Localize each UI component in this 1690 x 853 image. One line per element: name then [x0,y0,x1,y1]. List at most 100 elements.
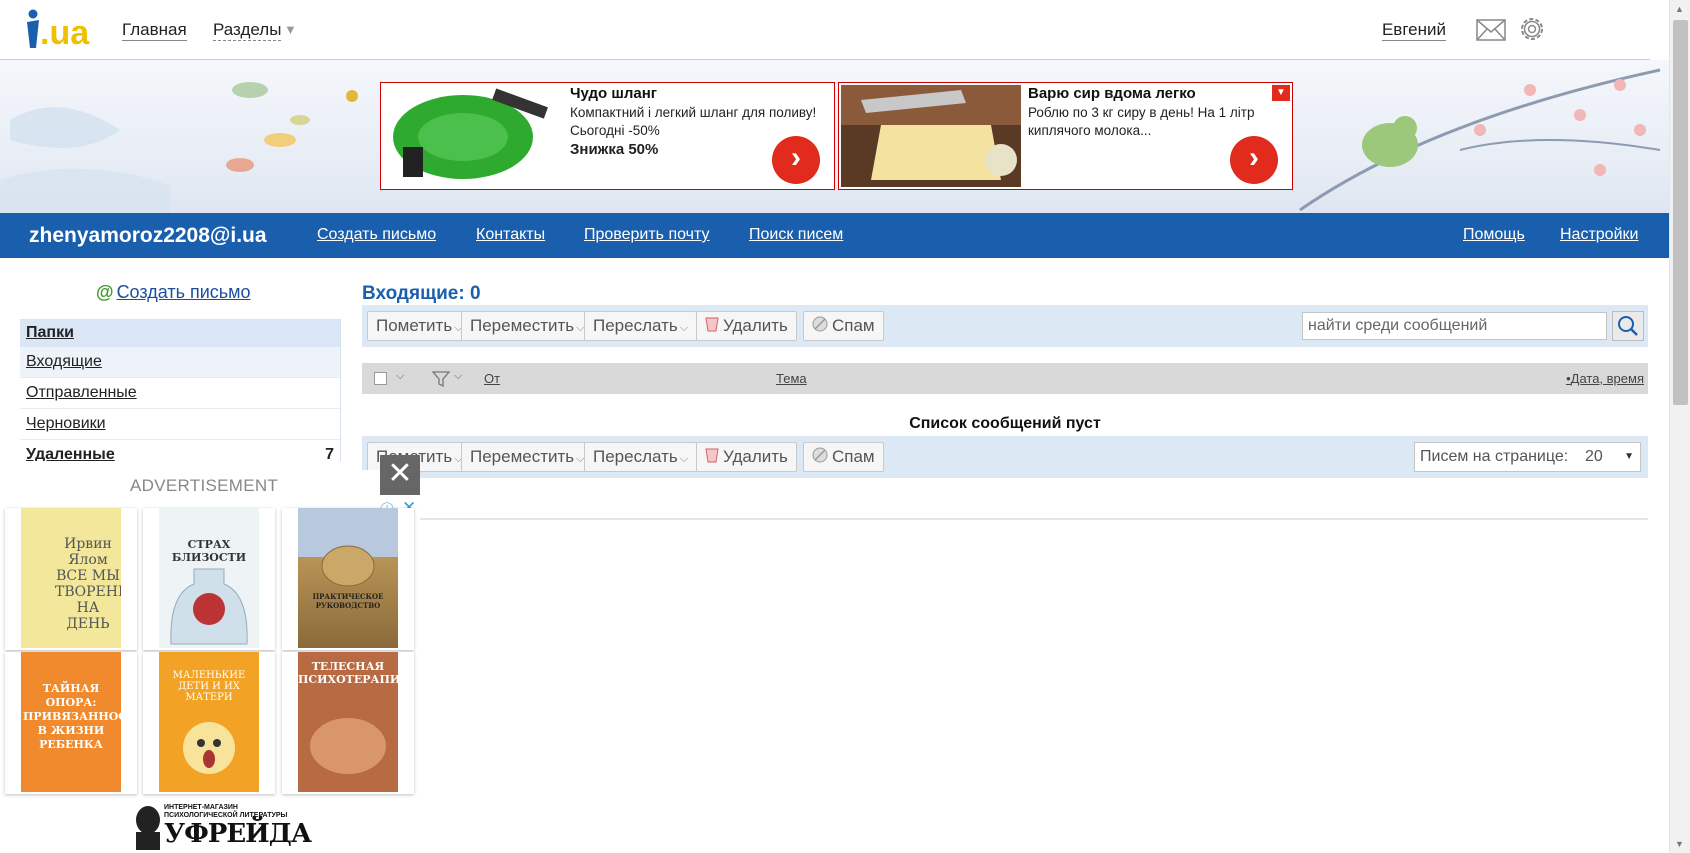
folder-sent[interactable]: Отправленные [20,378,340,409]
forward-button[interactable]: Переслать ⌵ [584,311,698,341]
folder-deleted[interactable]: Удаленные 7 [20,440,340,461]
book-cover: ТАЙНАЯ ОПОРА: ПРИВЯЗАННОСТЬ В ЖИЗНИ РЕБЕ… [21,652,121,792]
folders-header[interactable]: Папки [20,319,340,347]
nav-home-link[interactable]: Главная [122,20,187,41]
move-button[interactable]: Переместить ⌵ [461,442,594,472]
scroll-up-icon[interactable]: ▲ [1675,4,1684,14]
iua-logo[interactable]: .ua [24,8,94,52]
column-date[interactable]: •Дата, время [1566,371,1644,386]
folder-count: 7 [325,446,334,461]
book-illustration [310,718,386,774]
folder-inbox[interactable]: Входящие [20,347,340,378]
book-item[interactable]: МАЛЕНЬКИЕ ДЕТИ И ИХ МАТЕРИ [143,652,275,794]
header-banner: Чудо шланг Компактний і легкий шланг для… [0,60,1669,213]
select-all-checkbox[interactable] [374,372,387,385]
svg-text:.ua: .ua [40,14,90,52]
spam-label: Спам [832,316,875,335]
empty-list-message: Список сообщений пуст [909,415,1101,432]
ad-title: Варю сир вдома легко [1028,85,1196,102]
brand-subtitle: ИНТЕРНЕТ-МАГАЗИН ПСИХОЛОГИЧЕСКОЙ ЛИТЕРАТ… [164,804,288,819]
mark-button[interactable]: Пометить⌵ [367,311,472,341]
ad-text: Компактний і легкий шланг для поливу! Сь… [570,105,817,138]
column-subject[interactable]: Тема [776,371,807,386]
forward-button[interactable]: Переслать ⌵ [584,442,698,472]
arrow-right-icon[interactable]: › [1230,136,1278,184]
chevron-down-icon: ▼ [1624,451,1634,462]
move-label: Переместить [470,447,575,466]
chevron-down-icon[interactable]: ⌵ [396,370,404,383]
ad-card-cheese[interactable]: Варю сир вдома легко Роблю по 3 кг сиру … [838,82,1293,190]
search-icon [1618,316,1638,336]
floral-decoration-right [1299,68,1661,212]
forward-label: Переслать [593,447,678,466]
ad-choices-icon[interactable]: ▼ [1272,85,1290,101]
forward-label: Переслать [593,316,678,335]
ad-image-cheese [841,85,1021,187]
per-page-select[interactable]: Писем на странице: 20 ▼ [1414,442,1641,472]
message-list-header: ⌵ ⌵ От Тема •Дата, время [362,363,1648,394]
message-toolbar-bottom: Пометить⌵ Переместить⌵ Переслать⌵ Удалит… [362,436,1648,478]
mail-icon[interactable] [1476,18,1506,42]
book-item[interactable]: ПРАКТИЧЕСКОЕ РУКОВОДСТВО [282,508,414,650]
nav-sections-label: Разделы [213,20,282,39]
delete-button[interactable]: Удалить [696,442,797,472]
nav-help-link[interactable]: Помощь [1463,226,1525,244]
sidebar-compose[interactable]: @ Создать письмо [96,282,251,303]
sidebar-compose-link[interactable]: Создать письмо [117,282,251,302]
chevron-down-icon[interactable]: ⌵ [454,370,462,383]
book-cover: МАЛЕНЬКИЕ ДЕТИ И ИХ МАТЕРИ [159,652,259,792]
ad-image-hose [383,85,563,187]
delete-label: Удалить [723,447,788,466]
close-icon: ✕ [387,457,413,490]
nav-compose-link[interactable]: Создать письмо [317,226,436,244]
scroll-down-icon[interactable]: ▼ [1675,839,1684,849]
book-item[interactable]: ТАЙНАЯ ОПОРА: ПРИВЯЗАННОСТЬ В ЖИЗНИ РЕБЕ… [5,652,137,794]
delete-button[interactable]: Удалить [696,311,797,341]
arrow-right-icon[interactable]: › [772,136,820,184]
book-title: ТЕЛЕСНАЯ ПСИХОТЕРАПИЯ [298,660,398,686]
nav-settings-link[interactable]: Настройки [1560,226,1638,244]
close-ad-button[interactable]: ✕ [380,455,420,495]
spam-button[interactable]: Спам [803,311,884,341]
ad-card-hose[interactable]: Чудо шланг Компактний і легкий шланг для… [380,82,835,190]
per-page-value: 20 [1585,448,1603,465]
move-button[interactable]: Переместить ⌵ [461,311,594,341]
folder-label: Входящие [26,353,102,370]
book-cover: ПРАКТИЧЕСКОЕ РУКОВОДСТВО [298,508,398,648]
nav-check-mail-link[interactable]: Проверить почту [584,226,710,244]
book-item[interactable]: СТРАХ БЛИЗОСТИ [143,508,275,650]
ad-discount: Знижка 50% [570,141,659,158]
column-from[interactable]: От [484,371,500,386]
spam-button[interactable]: Спам [803,442,884,472]
message-toolbar-top: Пометить ⌵ Переместить ⌵ Переслать ⌵ Удалит… [362,305,1648,347]
brand-name: УФРЕЙДА [164,819,312,849]
nav-contacts-link[interactable]: Контакты [476,226,545,244]
chevron-down-icon: ⌵ [679,322,689,334]
ufreida-brand-logo[interactable]: ИНТЕРНЕТ-МАГАЗИН ПСИХОЛОГИЧЕСКОЙ ЛИТЕРАТ… [130,802,312,850]
at-icon: @ [96,282,114,302]
block-icon [812,444,828,472]
book-item[interactable]: Ирвин Ялом ВСЕ МЫ ТВОРЕНИЯ НА ДЕНЬ [5,508,137,650]
search-button[interactable] [1612,311,1644,341]
book-illustration [170,568,248,645]
chevron-down-icon[interactable]: ▼ [284,22,297,37]
scrollbar[interactable]: ▲ ▼ [1669,0,1690,853]
nav-search-mail-link[interactable]: Поиск писем [749,226,843,244]
hose-image [383,85,563,187]
folder-label: Черновики [26,415,106,432]
book-cover: ТЕЛЕСНАЯ ПСИХОТЕРАПИЯ [298,652,398,792]
gear-icon[interactable] [1517,14,1547,44]
advert-panel: ADVERTISEMENT ⓘ ✕ Ирвин Ялом ВСЕ МЫ ТВОР… [0,470,420,853]
nav-sections-menu[interactable]: Разделы [213,20,282,41]
advert-label: ADVERTISEMENT [130,476,279,495]
book-item[interactable]: ТЕЛЕСНАЯ ПСИХОТЕРАПИЯ [282,652,414,794]
scrollbar-thumb[interactable] [1673,20,1688,405]
folder-drafts[interactable]: Черновики [20,409,340,440]
search-input[interactable]: найти среди сообщений [1302,312,1607,340]
user-name-link[interactable]: Евгений [1381,20,1446,41]
account-email[interactable]: zhenyamoroz2208@i.ua [29,224,267,248]
chevron-down-icon: ⌵ [679,453,689,465]
top-bar: .ua Главная Разделы ▼ Евгений [0,0,1650,60]
filter-icon[interactable] [432,371,450,387]
cheese-image [841,85,1021,187]
